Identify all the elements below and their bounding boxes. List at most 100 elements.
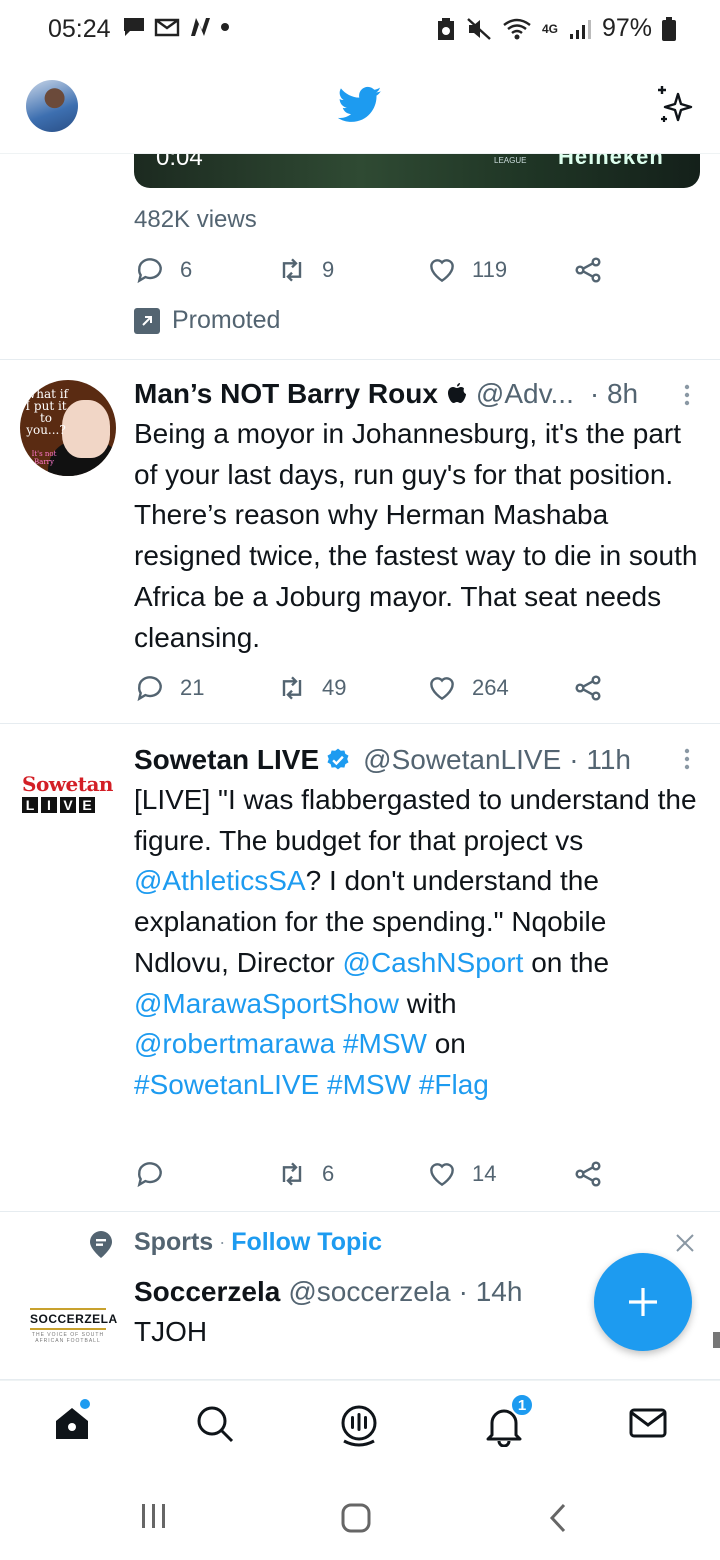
mention-link[interactable]: @robertmarawa <box>134 1028 335 1059</box>
nav-notifications[interactable]: 1 <box>484 1393 534 1452</box>
more-options-icon[interactable] <box>684 384 690 406</box>
video-league-text: LEAGUE <box>494 156 527 165</box>
promoted-tweet[interactable]: 0:04 LEAGUE Heineken 482K views 6 9 119 … <box>0 154 720 360</box>
like-button[interactable]: 119 <box>426 254 507 286</box>
tweet-actions: 21 49 264 <box>134 672 614 708</box>
author-name[interactable]: Sowetan LIVE <box>134 744 319 776</box>
video-player[interactable]: 0:04 LEAGUE Heineken <box>134 154 700 188</box>
profile-avatar-button[interactable] <box>26 80 78 132</box>
topic-icon <box>90 1231 112 1258</box>
tweet-text-segment: on <box>426 1028 466 1060</box>
share-icon <box>575 1161 601 1187</box>
twitter-bird-icon[interactable] <box>338 86 382 124</box>
retweet-count: 49 <box>322 675 347 700</box>
mention-link[interactable]: @AthleticsSA <box>134 865 306 896</box>
topic-line: Sports · Follow Topic <box>134 1228 382 1257</box>
share-button[interactable] <box>572 1158 604 1190</box>
promoted-arrow-icon <box>134 307 160 334</box>
home-system-icon[interactable] <box>340 1502 372 1534</box>
sowetan-logo-text: Sowetan <box>22 772 113 796</box>
retweet-count: 6 <box>322 1161 335 1186</box>
like-button[interactable]: 264 <box>426 672 509 704</box>
nav-messages[interactable] <box>628 1403 668 1448</box>
hashtag-link[interactable]: #MSW <box>343 1028 427 1059</box>
system-indicators: 4G 97% <box>436 14 676 43</box>
news-app-icon <box>191 18 210 36</box>
like-count: 119 <box>472 257 508 282</box>
heart-icon <box>430 1163 454 1187</box>
nav-search[interactable] <box>194 1403 236 1450</box>
bottom-navigation: 1 <box>0 1380 720 1476</box>
nav-home[interactable] <box>52 1399 92 1448</box>
author-avatar[interactable]: What if I put it to you...? It's not Bar… <box>20 380 116 476</box>
tweet-text: [LIVE] "I was flabbergasted to understan… <box>134 780 704 1106</box>
author-handle[interactable]: @soccerzela <box>288 1276 450 1308</box>
reply-icon <box>137 1162 162 1188</box>
promoted-text: Promoted <box>172 306 281 334</box>
spaces-icon <box>341 1405 377 1447</box>
sparkle-icon[interactable] <box>654 82 698 126</box>
soccerzela-logo-subtext: THE VOICE OF SOUTH AFRICAN FOOTBALL <box>31 1332 105 1344</box>
avatar-caption: What if I put it to you...? <box>23 387 69 437</box>
like-count: 264 <box>472 675 509 700</box>
avatar-subcaption: It's not Barry <box>31 450 57 466</box>
author-handle[interactable]: @SowetanLIVE <box>363 744 561 776</box>
author-avatar[interactable]: SOCCERZELA THE VOICE OF SOUTH AFRICAN FO… <box>30 1308 117 1344</box>
tweet-text-segment: [LIVE] "I was flabbergasted to understan… <box>134 784 697 856</box>
hashtag-link[interactable]: #MSW <box>327 1069 411 1100</box>
retweet-button[interactable]: 6 <box>276 1158 334 1190</box>
heart-icon <box>430 677 454 701</box>
battery-icon <box>662 16 676 41</box>
reply-button[interactable]: 6 <box>134 254 192 286</box>
wifi-icon <box>503 18 531 39</box>
mention-link[interactable]: @CashNSport <box>343 947 524 978</box>
tweet-time: · 11h <box>569 744 631 775</box>
more-notifications-dot-icon <box>221 23 229 31</box>
soccerzela-logo-text: SOCCERZELA <box>30 1308 117 1330</box>
network-type: 4G <box>541 21 558 36</box>
tweet-card[interactable]: What if I put it to you...? It's not Bar… <box>0 360 720 724</box>
like-button[interactable]: 14 <box>426 1158 496 1190</box>
share-button[interactable] <box>572 672 604 704</box>
retweet-icon <box>282 676 302 700</box>
status-time: 05:24 <box>48 15 111 43</box>
recent-apps-icon[interactable] <box>140 1502 168 1530</box>
compose-tweet-button[interactable] <box>594 1253 692 1351</box>
close-icon[interactable] <box>674 1232 696 1254</box>
author-avatar[interactable]: Sowetan L I V E <box>22 772 116 813</box>
more-options-icon[interactable] <box>684 748 690 770</box>
reply-count: 6 <box>180 257 193 282</box>
retweet-button[interactable]: 49 <box>276 672 346 704</box>
video-time: 0:04 <box>156 154 203 171</box>
nav-spaces[interactable] <box>338 1403 380 1452</box>
search-icon <box>197 1406 234 1443</box>
follow-topic-button[interactable]: Follow Topic <box>231 1228 382 1257</box>
gmail-icon <box>154 18 180 37</box>
share-button[interactable] <box>572 254 604 286</box>
retweet-icon <box>282 258 302 282</box>
reply-icon <box>137 676 162 702</box>
author-name[interactable]: Soccerzela <box>134 1276 280 1308</box>
mention-link[interactable]: @MarawaSportShow <box>134 988 399 1019</box>
author-name[interactable]: Man’s NOT Barry Roux <box>134 378 438 410</box>
battery-saver-icon <box>437 17 454 40</box>
back-icon[interactable] <box>546 1502 570 1534</box>
topic-name[interactable]: Sports <box>134 1228 213 1257</box>
sowetan-live-letters: L I V E <box>22 797 116 813</box>
hashtag-link[interactable]: #Flag <box>419 1069 489 1100</box>
share-icon <box>575 675 601 701</box>
hashtag-link[interactable]: #SowetanLIVE <box>134 1069 319 1100</box>
retweet-button[interactable]: 9 <box>276 254 334 286</box>
scrollbar-indicator[interactable] <box>713 1332 720 1348</box>
reply-button[interactable] <box>134 1158 166 1190</box>
like-count: 14 <box>472 1161 497 1186</box>
logo-letter: L <box>22 797 38 813</box>
message-icon <box>124 18 144 36</box>
reply-button[interactable]: 21 <box>134 672 204 704</box>
tweet-text: Being a moyor in Johannesburg, it's the … <box>134 418 698 653</box>
author-handle[interactable]: @Adv... <box>476 378 574 410</box>
reply-icon <box>137 258 162 284</box>
app-header <box>0 60 720 154</box>
system-navigation <box>0 1476 720 1560</box>
share-icon <box>575 257 601 283</box>
